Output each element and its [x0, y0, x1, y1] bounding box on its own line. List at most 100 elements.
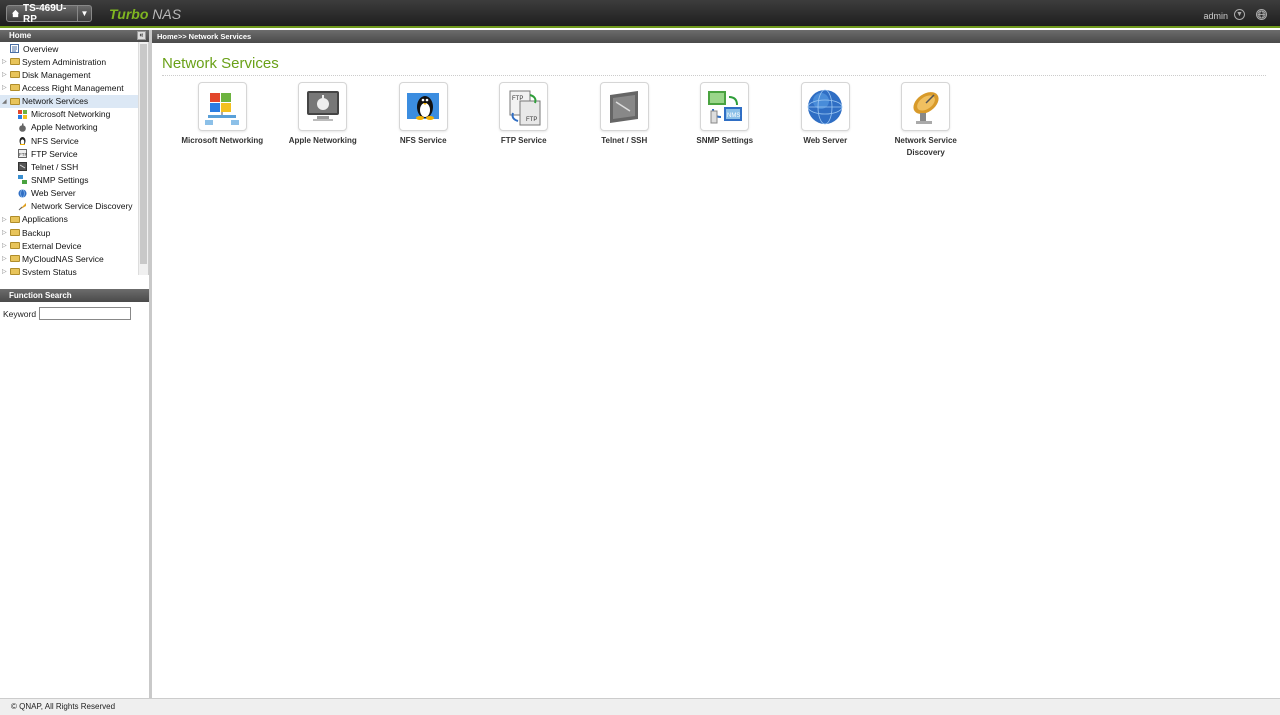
tree-item-network-service-discovery[interactable]: Network Service Discovery — [0, 200, 148, 213]
brand-logo: Turbo NAS — [109, 6, 181, 22]
left-panel-header: Home « — [0, 30, 149, 42]
tree-item-apple-networking[interactable]: Apple Networking — [0, 121, 148, 134]
tree-collapse-arrow-icon[interactable]: ◢ — [2, 98, 10, 105]
tree-expand-arrow-icon[interactable]: ▷ — [2, 229, 10, 236]
service-tile-label[interactable]: Microsoft Networking — [172, 135, 272, 147]
user-name[interactable]: admin — [1203, 11, 1228, 21]
tree-item-network-services[interactable]: ◢ Network Services — [0, 94, 148, 108]
user-menu-chevron-icon[interactable]: ▼ — [1234, 9, 1245, 20]
tree-expand-arrow-icon[interactable]: ▷ — [2, 84, 10, 91]
tree-item-label: Backup — [22, 227, 51, 238]
top-bar: TS-469U-RP ▼ Turbo NAS admin ▼ — [0, 0, 1280, 28]
svg-text:FTP: FTP — [526, 117, 537, 123]
svg-text:NMS: NMS — [727, 113, 740, 119]
snmp-icon[interactable]: NMS — [700, 82, 750, 131]
tree-scrollbar[interactable] — [138, 42, 148, 275]
tree-item-web-server[interactable]: Web Server — [0, 187, 148, 200]
service-tile-label[interactable]: FTP Service — [474, 135, 574, 147]
device-name: TS-469U-RP — [23, 2, 67, 25]
tree-item-access-right-management[interactable]: ▷ Access Right Management — [0, 81, 148, 94]
left-panel-title: Home — [9, 31, 32, 40]
terminal-icon[interactable] — [599, 82, 649, 131]
tree-item-label: System Status — [22, 266, 77, 275]
folder-icon — [10, 84, 20, 92]
tree-item-label: Web Server — [31, 188, 76, 199]
collapse-panel-button[interactable]: « — [137, 31, 146, 40]
tree-item-snmp-settings[interactable]: SNMP Settings — [0, 173, 148, 186]
tree-item-ftp-service[interactable]: FTP FTP Service — [0, 147, 148, 160]
service-tile-snmp-settings[interactable]: NMS SNMP Settings — [675, 82, 776, 158]
tree-item-label: SNMP Settings — [31, 174, 89, 185]
tree-item-nfs-service[interactable]: NFS Service — [0, 134, 148, 147]
folder-icon — [10, 242, 20, 250]
tree-item-label: Disk Management — [22, 69, 91, 80]
tree-item-label: FTP Service — [31, 148, 78, 159]
service-tile-ftp-service[interactable]: FTP FTP FTP Service — [474, 82, 575, 158]
tree-item-system-status[interactable]: ▷ System Status — [0, 265, 148, 275]
tree-item-label: Access Right Management — [22, 82, 124, 93]
tree-item-disk-management[interactable]: ▷ Disk Management — [0, 68, 148, 81]
tree-item-overview[interactable]: Overview — [0, 42, 148, 55]
tree-item-label: Telnet / SSH — [31, 161, 79, 172]
service-tile-label[interactable]: Apple Networking — [273, 135, 373, 147]
device-menu-button[interactable]: TS-469U-RP ▼ — [6, 2, 92, 25]
tree-expand-arrow-icon[interactable]: ▷ — [2, 255, 10, 262]
windows-icon — [18, 109, 27, 119]
ftp-icon[interactable]: FTP FTP — [499, 82, 549, 131]
tree-item-mycloudnas-service[interactable]: ▷ MyCloudNAS Service — [0, 252, 148, 265]
tree-expand-arrow-icon[interactable]: ▷ — [2, 71, 10, 78]
apple-icon — [18, 123, 27, 132]
folder-icon — [10, 215, 20, 223]
overview-icon — [10, 44, 19, 54]
snmp-icon — [18, 175, 27, 185]
service-tile-label[interactable]: Network Service Discovery — [876, 135, 976, 158]
tree-item-label: Applications — [22, 214, 68, 225]
page-title: Network Services — [162, 55, 279, 72]
terminal-icon — [18, 162, 27, 172]
globe-icon — [18, 188, 27, 198]
home-icon — [7, 9, 23, 18]
service-tile-apple-networking[interactable]: Apple Networking — [273, 82, 374, 158]
tree-item-label: Network Services — [22, 96, 89, 107]
service-tile-grid: Microsoft Networking Apple Networking NFS … — [172, 82, 976, 158]
function-search-header: Function Search — [0, 289, 149, 302]
service-tile-label[interactable]: Telnet / SSH — [574, 135, 674, 147]
service-tile-telnet-ssh[interactable]: Telnet / SSH — [574, 82, 675, 158]
svg-text:FTP: FTP — [512, 96, 523, 102]
tree-item-system-administration[interactable]: ▷ System Administration — [0, 55, 148, 68]
keyword-input[interactable] — [39, 307, 132, 320]
folder-icon — [10, 58, 20, 66]
tree-item-external-device[interactable]: ▷ External Device — [0, 239, 148, 252]
service-tile-label[interactable]: NFS Service — [373, 135, 473, 147]
service-tile-label[interactable]: Web Server — [775, 135, 875, 147]
tree-expand-arrow-icon[interactable]: ▷ — [2, 268, 10, 275]
tree-item-label: Microsoft Networking — [31, 109, 111, 120]
tree-expand-arrow-icon[interactable]: ▷ — [2, 216, 10, 223]
tree-expand-arrow-icon[interactable]: ▷ — [2, 242, 10, 249]
tree-item-microsoft-networking[interactable]: Microsoft Networking — [0, 108, 148, 121]
tree-expand-arrow-icon[interactable]: ▷ — [2, 58, 10, 65]
tree-item-label: External Device — [22, 240, 82, 251]
satellite-dish-icon[interactable] — [901, 82, 951, 131]
service-tile-web-server[interactable]: Web Server — [775, 82, 876, 158]
left-panel: Home « Overview ▷ System Administration ▷ Di… — [0, 30, 149, 698]
tree-item-backup[interactable]: ▷ Backup — [0, 226, 148, 239]
apple-icon[interactable] — [298, 82, 348, 131]
title-divider — [162, 75, 1266, 76]
tree-item-label: Overview — [23, 43, 59, 54]
service-tile-network-service-discovery[interactable]: Network Service Discovery — [876, 82, 977, 158]
tree-item-applications[interactable]: ▷ Applications — [0, 213, 148, 226]
service-tile-microsoft-networking[interactable]: Microsoft Networking — [172, 82, 273, 158]
service-tile-label[interactable]: SNMP Settings — [675, 135, 775, 147]
linux-penguin-icon[interactable] — [398, 82, 448, 131]
language-globe-icon[interactable] — [1256, 9, 1267, 20]
tree-item-label: NFS Service — [31, 135, 79, 146]
globe-icon[interactable] — [800, 82, 850, 131]
tree-item-telnet-ssh[interactable]: Telnet / SSH — [0, 160, 148, 173]
windows-network-icon[interactable] — [197, 82, 247, 131]
tree-item-label: Network Service Discovery — [31, 201, 133, 212]
ftp-icon: FTP — [18, 149, 27, 159]
satellite-icon — [18, 202, 27, 211]
folder-icon — [10, 255, 20, 263]
service-tile-nfs-service[interactable]: NFS Service — [373, 82, 474, 158]
